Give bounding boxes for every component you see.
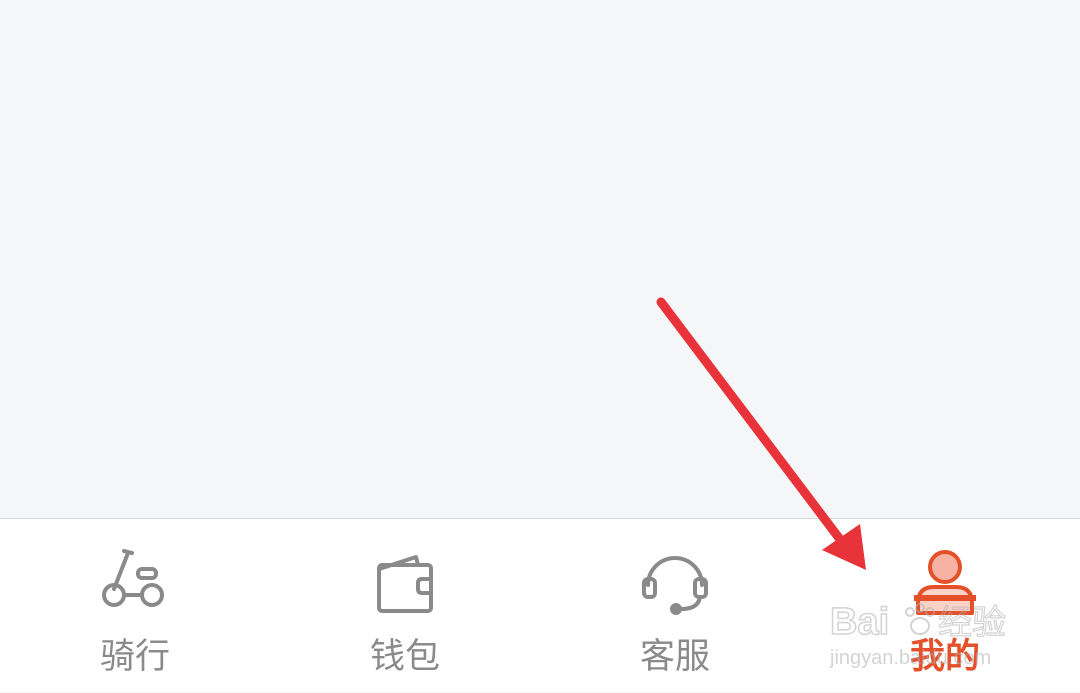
- person-icon: [910, 549, 980, 619]
- tab-ride[interactable]: 骑行: [35, 519, 235, 693]
- tab-wallet[interactable]: 钱包: [305, 519, 505, 693]
- tab-service[interactable]: 客服: [575, 519, 775, 693]
- tab-ride-label: 骑行: [99, 637, 170, 677]
- tab-wallet-label: 钱包: [369, 637, 440, 677]
- headset-icon: [640, 549, 710, 619]
- tab-mine-label: 我的: [909, 637, 980, 677]
- tab-service-label: 客服: [639, 637, 710, 677]
- tab-mine[interactable]: 我的: [845, 519, 1045, 693]
- wallet-icon: [370, 549, 440, 619]
- scooter-icon: [100, 549, 170, 619]
- main-content-area: [0, 0, 1080, 518]
- bottom-tab-bar: 骑行 钱包 客服 我的: [0, 518, 1080, 692]
